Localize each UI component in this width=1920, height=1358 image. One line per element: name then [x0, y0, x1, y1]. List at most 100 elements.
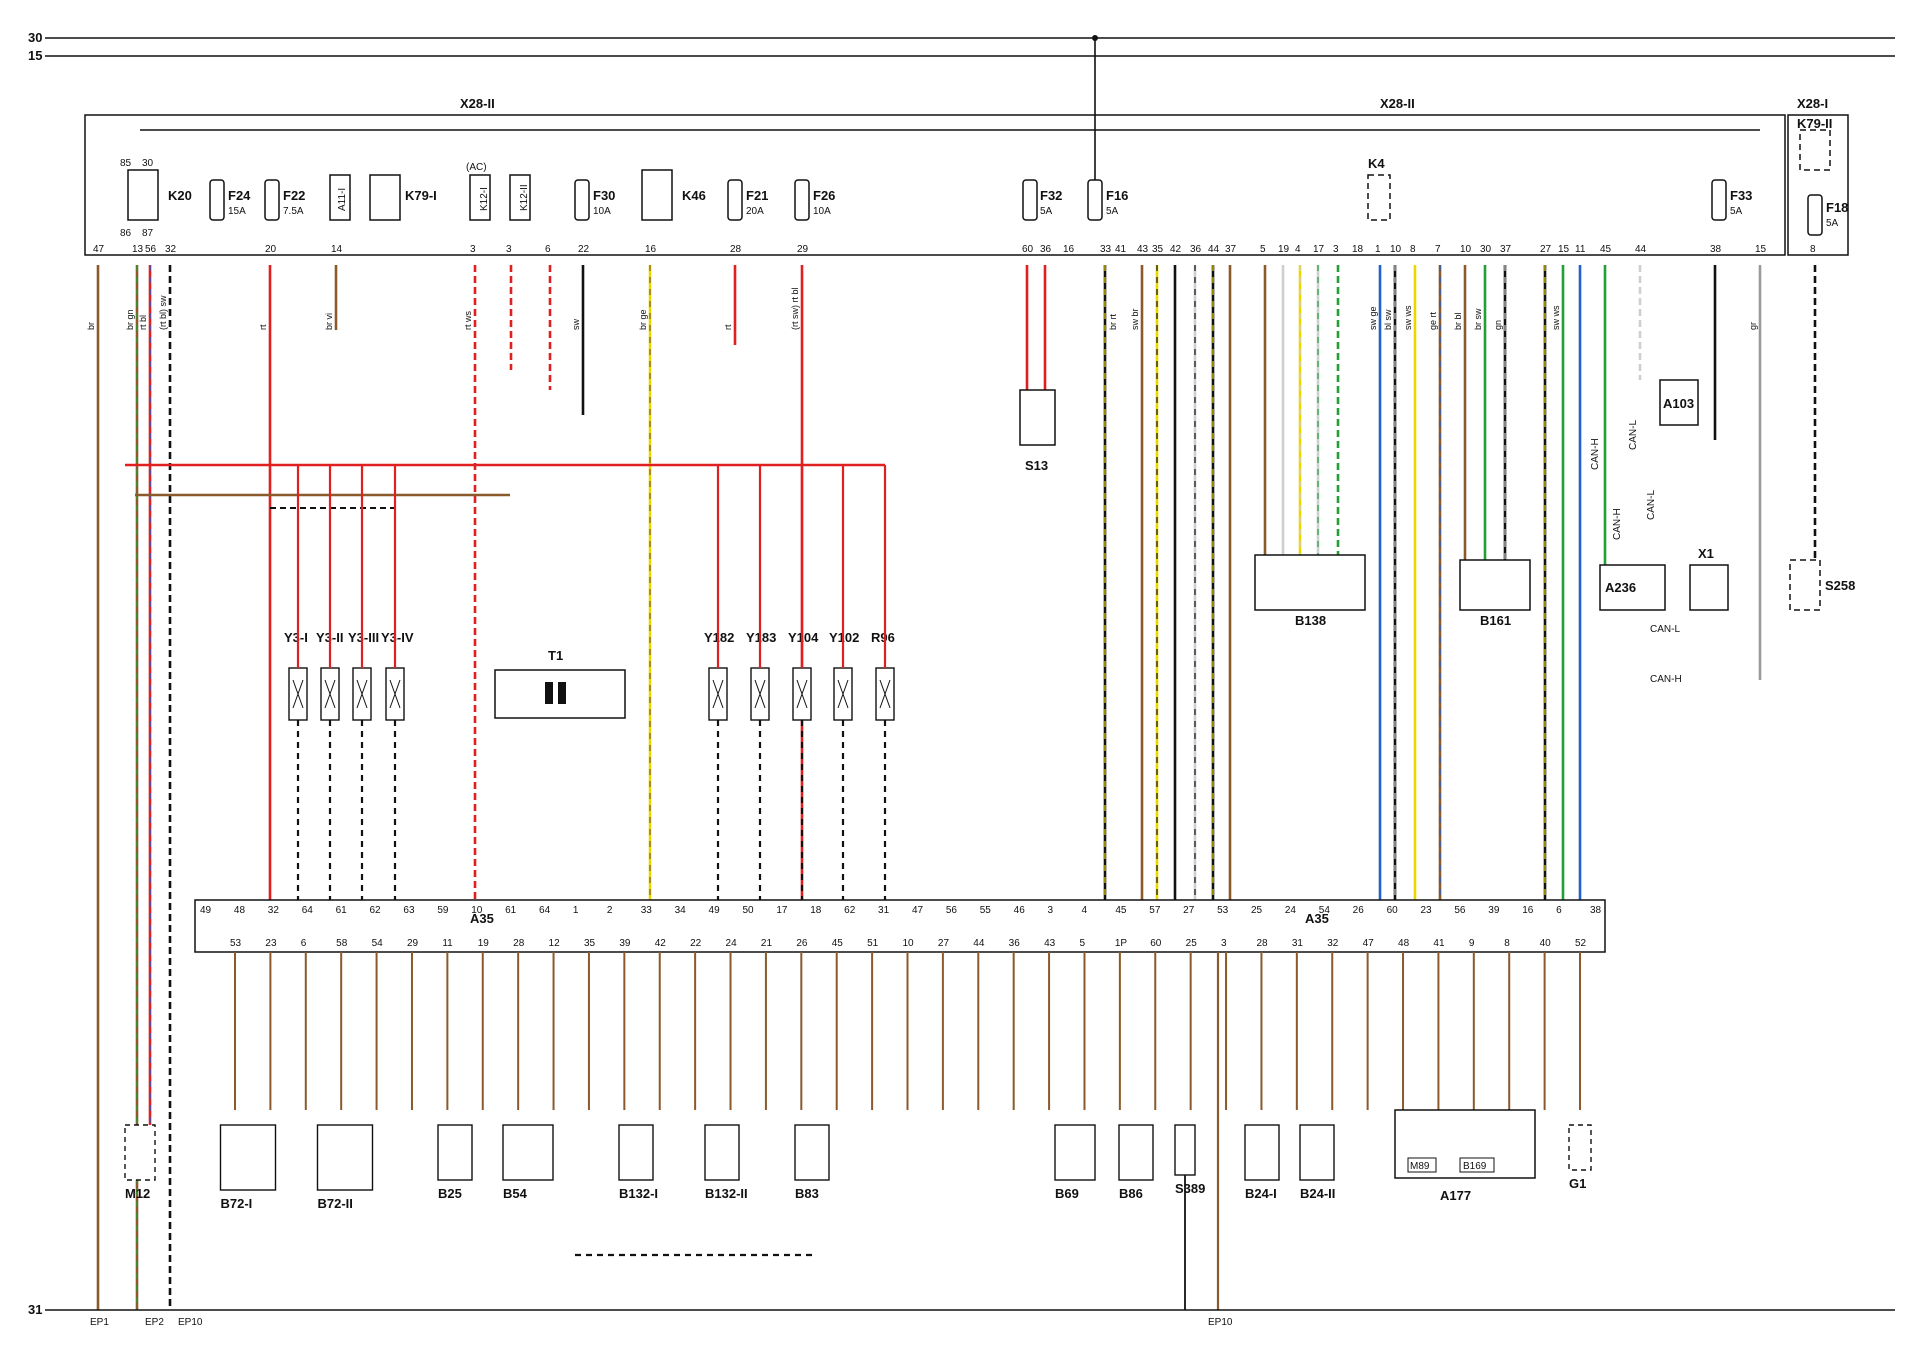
component-body [1568, 1124, 1592, 1171]
fuse-f21 [727, 179, 743, 221]
wire-label: rt [258, 324, 268, 330]
ecu-top-pin: 49 [709, 905, 721, 916]
ecu-top-pin: 55 [980, 905, 992, 916]
component-label: B138 [1295, 613, 1326, 628]
ecu-top-pin: 3 [1048, 905, 1054, 916]
fusebox-pin: 44 [1208, 244, 1220, 255]
ecu-bottom-pin: 22 [690, 938, 702, 949]
ecu-bottom-pin: 19 [478, 938, 490, 949]
pin-label: 86 [120, 228, 132, 239]
component-label: B83 [795, 1186, 819, 1201]
fuse-f32 [1022, 179, 1038, 221]
ecu-top-pin: 49 [200, 905, 212, 916]
ecu-top-pin: 64 [539, 905, 551, 916]
ecu-top-pin: 53 [1217, 905, 1229, 916]
ecu-bottom-pin: 21 [761, 938, 773, 949]
fusebox-pin: 20 [265, 244, 277, 255]
pin-label: 85 [120, 158, 132, 169]
ecu-bottom-pin: 52 [1575, 938, 1587, 949]
relay-k20-label: K20 [168, 188, 192, 203]
bus-label: CAN-L [1646, 490, 1657, 520]
fusebox-pin: 35 [1152, 244, 1164, 255]
fusebox-pin: 32 [165, 244, 177, 255]
ecu-top-pin: 38 [1590, 905, 1602, 916]
ecu-top-pin: 50 [742, 905, 754, 916]
wire-label: gr [1748, 322, 1758, 330]
component-body [704, 1124, 740, 1181]
fuse-f26 [794, 179, 810, 221]
wire-label: sw ws [1551, 305, 1561, 330]
ecu-bottom-pin: 51 [867, 938, 879, 949]
fusebox-pin: 7 [1435, 244, 1441, 255]
component-label: A236 [1605, 580, 1636, 595]
ecu-top-pin: 23 [1420, 905, 1432, 916]
component-label: B24-I [1245, 1186, 1277, 1201]
component-label: A103 [1663, 396, 1694, 411]
ecu-top-pin: 48 [234, 905, 246, 916]
fusebox-pin: 45 [1600, 244, 1612, 255]
ecu-top-pin: 47 [912, 905, 924, 916]
actuator-label: Y183 [746, 630, 776, 645]
fusebox-pin: 16 [645, 244, 657, 255]
fuse-f33 [1711, 179, 1727, 221]
ecu-bottom-pin: 27 [938, 938, 950, 949]
fusebox-pin: 10 [1460, 244, 1472, 255]
fuse-label: F33 [1730, 188, 1752, 203]
ecu-top-pin: 57 [1149, 905, 1161, 916]
fuse-f22 [264, 179, 280, 221]
ecu-top-pin: 24 [1285, 905, 1297, 916]
ground-point-label: EP10 [178, 1317, 203, 1328]
component-body [316, 1124, 374, 1191]
wire-label: br rt [1108, 314, 1118, 331]
fusebox-pin: 33 [1100, 244, 1112, 255]
wire-label: ge rt [1428, 311, 1438, 330]
fuse-label: F16 [1106, 188, 1128, 203]
relay-k79-ii [1799, 129, 1831, 171]
ecu-top-pin: 4 [1081, 905, 1087, 916]
ecu-bottom-pin-row: 53 23 6 58 54 29 11 19 28 12 35 39 42 22 24 21 26 45 51 10 2… [230, 938, 1587, 1110]
fuse-f30 [574, 179, 590, 221]
ecu-bottom-pin: 26 [796, 938, 808, 949]
component-body [1174, 1124, 1196, 1176]
fusebox-pin: 36 [1040, 244, 1052, 255]
ecu-bottom-pin: 45 [832, 938, 844, 949]
fuse-f18 [1807, 194, 1823, 236]
wire-label: gn [1493, 320, 1503, 330]
actuator-label: Y182 [704, 630, 734, 645]
fusebox-pin: 44 [1635, 244, 1647, 255]
ground-point-label: EP2 [145, 1317, 164, 1328]
wire-label: rt bl [138, 315, 148, 330]
wire-label: (rt sw) rt bl [790, 288, 800, 331]
fusebox-pin: 37 [1500, 244, 1512, 255]
component-label: B24-II [1300, 1186, 1335, 1201]
ecu-bottom-pin: 1P [1115, 938, 1128, 949]
fuse-f24 [209, 179, 225, 221]
component-label: B72-I [221, 1196, 253, 1211]
bus-label: CAN-H [1590, 438, 1601, 470]
ecu-bottom-pin: 6 [301, 938, 307, 949]
ecu-top-pin: 17 [776, 905, 788, 916]
fuse-rating: 10A [813, 206, 831, 217]
ecu-bottom-pin: 58 [336, 938, 348, 949]
fusebox-pin: 3 [1333, 244, 1339, 255]
fusebox-pin: 15 [1755, 244, 1767, 255]
component-label: B132-II [705, 1186, 748, 1201]
wire-label: br gn [125, 309, 135, 330]
submodule-label: B169 [1463, 1161, 1487, 1172]
fusebox-pin: 4 [1295, 244, 1301, 255]
fuse-box-label-far-right: X28-I [1797, 96, 1828, 111]
ecu-top-pin: 54 [1319, 905, 1331, 916]
relay-label: A11-I [337, 188, 348, 211]
fuse-label: F22 [283, 188, 305, 203]
relay-label: K12-I [479, 187, 490, 211]
ecu-top-pin: 34 [675, 905, 687, 916]
ecu-top-pin: 62 [844, 905, 856, 916]
wire-label: sw ge [1368, 306, 1378, 330]
fuse-label: F24 [228, 188, 251, 203]
component-body [1118, 1124, 1154, 1181]
ecu-bottom-pin: 47 [1363, 938, 1375, 949]
ecu-top-pin: 27 [1183, 905, 1195, 916]
ecu-top-pin: 10 [471, 905, 483, 916]
component-label: B132-I [619, 1186, 658, 1201]
fusebox-pin: 22 [578, 244, 590, 255]
